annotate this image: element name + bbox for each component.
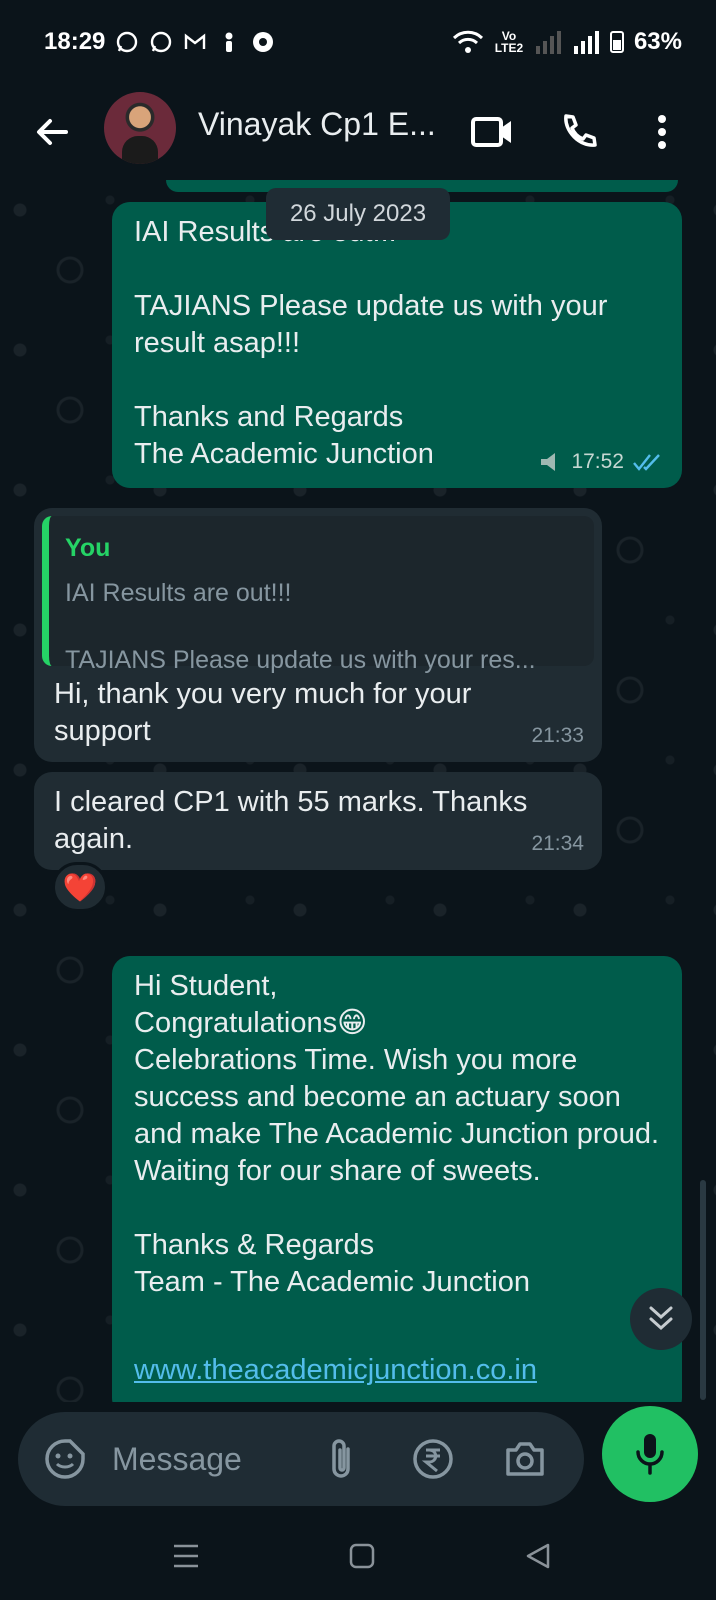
more-options-icon (658, 115, 666, 149)
contact-name[interactable]: Vinayak Cp1 E... (198, 106, 448, 143)
person-alert-icon (225, 32, 233, 52)
status-left: 18:29 (44, 28, 275, 56)
message-bubble-incoming[interactable]: I cleared CP1 with 55 marks. Thanks agai… (34, 772, 602, 870)
website-link[interactable]: www.theacademicjunction.co.in (134, 1352, 537, 1389)
paperclip-icon (332, 1439, 350, 1478)
app-notification-icon (253, 32, 274, 52)
status-bar: 18:29 Vo LTE2 63% (0, 0, 716, 84)
signal-sim2-icon (535, 31, 561, 54)
contact-avatar[interactable] (104, 92, 176, 164)
signal-sim1-icon (573, 31, 599, 54)
message-text: Hi, thank you very much for your support (54, 678, 472, 747)
quoted-line: IAI Results are out!!! (65, 579, 292, 607)
message-composer (18, 1412, 584, 1506)
attach-button[interactable] (316, 1434, 366, 1484)
gmail-icon (185, 33, 206, 49)
message-meta: 21:34 (531, 825, 584, 862)
quoted-author: You (65, 534, 111, 562)
volte-label: Vo LTE2 (494, 29, 524, 55)
whatsapp-notification-icon (117, 31, 138, 53)
recent-apps-button[interactable] (162, 1532, 210, 1580)
back-arrow-icon (37, 119, 68, 145)
chat-area[interactable]: 26 July 2023 IAI Results are out!!! TAJI… (0, 180, 716, 1402)
more-options-button[interactable] (634, 104, 690, 160)
home-button[interactable] (338, 1532, 386, 1580)
scrollbar[interactable] (700, 1180, 706, 1400)
scroll-to-bottom-button[interactable] (630, 1288, 692, 1350)
message-time: 21:33 (531, 724, 584, 747)
back-nav-button[interactable] (514, 1532, 562, 1580)
broadcast-icon (541, 452, 556, 471)
video-call-icon (471, 117, 511, 147)
message-bubble-outgoing[interactable]: Hi Student, Congratulations😁 Celebration… (112, 956, 682, 1402)
status-right: Vo LTE2 63% (452, 28, 682, 56)
emoji-sticker-button[interactable] (40, 1434, 90, 1484)
message-time: 21:34 (531, 832, 584, 855)
home-square-icon (349, 1543, 375, 1569)
video-call-button[interactable] (464, 104, 520, 160)
heart-reaction[interactable]: ❤️ (52, 862, 108, 912)
chat-header: Vinayak Cp1 E... (0, 84, 716, 180)
back-triangle-icon (526, 1543, 550, 1569)
camera-icon (506, 1442, 544, 1476)
message-text: I cleared CP1 with 55 marks. Thanks agai… (54, 786, 528, 855)
wifi-icon (452, 30, 484, 53)
quoted-line: TAJIANS Please update us with your res..… (65, 646, 536, 674)
menu-lines-icon (174, 1544, 198, 1568)
message-bubble-incoming[interactable]: You IAI Results are out!!! TAJIANS Pleas… (34, 508, 602, 762)
back-button[interactable] (28, 106, 76, 158)
message-input[interactable] (110, 1430, 320, 1488)
message-text: Hi Student, Congratulations😁 Celebration… (134, 970, 660, 1298)
message-meta: 17:52 (539, 443, 664, 480)
double-chevron-down-icon (649, 1306, 673, 1331)
voice-message-button[interactable] (602, 1406, 698, 1502)
status-time: 18:29 (44, 28, 106, 55)
message-meta: 21:33 (531, 717, 584, 754)
message-bubble-outgoing[interactable]: IAI Results are out!!! TAJIANS Please up… (112, 202, 682, 488)
whatsapp-notification-icon-2 (151, 31, 172, 53)
read-ticks-icon (633, 453, 660, 471)
voice-call-icon (564, 114, 597, 147)
payment-button[interactable] (408, 1434, 458, 1484)
system-navigation-bar (0, 1512, 716, 1600)
message-time: 17:52 (571, 450, 624, 473)
battery-percent: 63% (633, 28, 682, 55)
camera-button[interactable] (500, 1434, 550, 1484)
battery-icon (609, 31, 624, 53)
voice-call-button[interactable] (550, 104, 606, 160)
microphone-icon (636, 1434, 664, 1475)
sticker-icon (45, 1439, 85, 1479)
date-chip: 26 July 2023 (266, 188, 450, 240)
quoted-message[interactable]: You IAI Results are out!!! TAJIANS Pleas… (42, 516, 594, 674)
message-text: IAI Results are out!!! TAJIANS Please up… (134, 216, 608, 470)
rupee-icon (413, 1439, 453, 1479)
